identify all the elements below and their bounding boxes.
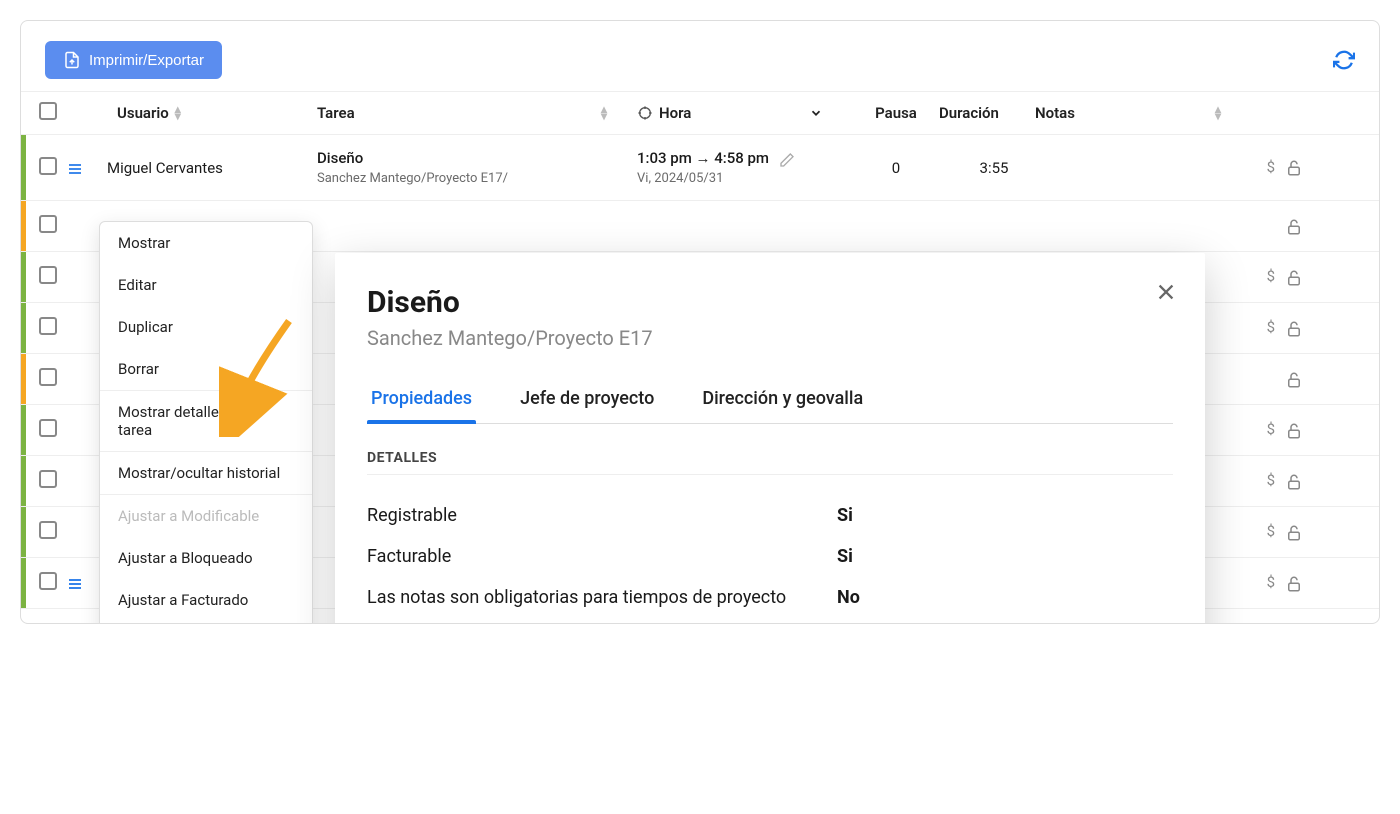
- context-menu-item[interactable]: Ajustar a Cerrado: [100, 621, 312, 624]
- property-row: Las notas son obligatorias para tiempos …: [367, 577, 1173, 618]
- cell-pausa: 0: [853, 159, 939, 177]
- table-row: Miguel CervantesDiseñoSanchez Mantego/Pr…: [21, 135, 1379, 201]
- lock-open-icon: [1285, 471, 1303, 490]
- row-menu-handle[interactable]: [67, 158, 107, 176]
- lock-open-icon: [1285, 216, 1303, 235]
- task-details-panel: Diseño Sanchez Mantego/Proyecto E17 Prop…: [335, 253, 1205, 624]
- print-export-label: Imprimir/Exportar: [89, 52, 204, 69]
- cell-tarea: DiseñoSanchez Mantego/Proyecto E17/: [317, 149, 637, 186]
- row-checkbox[interactable]: [39, 368, 57, 386]
- row-status-icons: $: [1221, 420, 1321, 439]
- property-row: RegistrableSi: [367, 495, 1173, 536]
- context-menu-item[interactable]: Mostrar detalles de la tarea: [100, 391, 312, 451]
- context-menu-item[interactable]: Duplicar: [100, 306, 312, 348]
- dollar-icon: $: [1267, 522, 1275, 541]
- context-menu: MostrarEditarDuplicarBorrarMostrar detal…: [99, 221, 313, 624]
- lock-open-icon: [1285, 573, 1303, 592]
- dollar-icon: $: [1267, 471, 1275, 490]
- export-icon: [63, 51, 81, 69]
- tab-direccion[interactable]: Dirección y geovalla: [698, 378, 867, 423]
- refresh-button[interactable]: [1333, 49, 1355, 71]
- row-checkbox[interactable]: [39, 317, 57, 335]
- cell-hora: 1:03 pm → 4:58 pm Vi, 2024/05/31: [637, 149, 853, 185]
- context-menu-item[interactable]: Editar: [100, 264, 312, 306]
- row-status-icons: $: [1221, 471, 1321, 490]
- property-value: Si: [837, 505, 853, 526]
- row-status-icons: [1221, 369, 1321, 388]
- select-all-checkbox[interactable]: [39, 102, 57, 120]
- toolbar: Imprimir/Exportar: [21, 21, 1379, 91]
- row-status-icons: $: [1221, 522, 1321, 541]
- dollar-icon: $: [1267, 318, 1275, 337]
- target-icon: [637, 105, 653, 121]
- property-label: Las notas son obligatorias para tiempos …: [367, 587, 837, 608]
- tab-propiedades[interactable]: Propiedades: [367, 378, 476, 423]
- lock-open-icon: [1285, 522, 1303, 541]
- close-icon: [1155, 281, 1177, 303]
- cell-duracion: 3:55: [939, 159, 1035, 177]
- lock-open-icon: [1285, 420, 1303, 439]
- row-checkbox[interactable]: [39, 419, 57, 437]
- context-menu-item[interactable]: Mostrar: [100, 222, 312, 264]
- panel-title: Diseño: [367, 285, 1173, 320]
- row-checkbox[interactable]: [39, 521, 57, 539]
- row-status-icons: $: [1221, 158, 1321, 177]
- row-checkbox[interactable]: [39, 157, 57, 175]
- lock-open-icon: [1285, 369, 1303, 388]
- col-tarea[interactable]: Tarea▴▾: [317, 104, 637, 122]
- dollar-icon: $: [1267, 420, 1275, 439]
- col-duracion[interactable]: Duración: [939, 104, 1035, 122]
- cell-usuario: Miguel Cervantes: [107, 159, 317, 177]
- context-menu-item[interactable]: Ajustar a Bloqueado: [100, 537, 312, 579]
- row-checkbox[interactable]: [39, 572, 57, 590]
- col-pausa[interactable]: Pausa: [853, 104, 939, 122]
- context-menu-item: Ajustar a Modificable: [100, 495, 312, 537]
- refresh-icon: [1333, 49, 1355, 71]
- row-checkbox[interactable]: [39, 470, 57, 488]
- tab-jefe[interactable]: Jefe de proyecto: [516, 378, 658, 423]
- lock-open-icon: [1285, 267, 1303, 286]
- col-notas[interactable]: Notas▴▾: [1035, 104, 1221, 122]
- dollar-icon: $: [1267, 158, 1275, 177]
- property-label: Registrable: [367, 505, 837, 526]
- row-status-icons: [1221, 216, 1321, 235]
- row-checkbox[interactable]: [39, 215, 57, 233]
- table-header: Usuario▴▾ Tarea▴▾ Hora Pausa Duración No…: [21, 91, 1379, 135]
- panel-subtitle: Sanchez Mantego/Proyecto E17: [367, 326, 1173, 350]
- app-frame: Imprimir/Exportar Usuario▴▾ Tarea▴▾ Hora…: [20, 20, 1380, 624]
- panel-close-button[interactable]: [1155, 281, 1177, 303]
- lock-open-icon: [1285, 158, 1303, 177]
- row-checkbox[interactable]: [39, 266, 57, 284]
- context-menu-item[interactable]: Borrar: [100, 348, 312, 390]
- property-label: Facturable: [367, 546, 837, 567]
- row-status-icons: $: [1221, 318, 1321, 337]
- col-usuario[interactable]: Usuario▴▾: [107, 104, 317, 122]
- context-menu-item[interactable]: Mostrar/ocultar historial: [100, 452, 312, 494]
- dollar-icon: $: [1267, 573, 1275, 592]
- row-status-icons: $: [1221, 267, 1321, 286]
- section-label: DETALLES: [367, 450, 1173, 466]
- property-row: FacturableSi: [367, 536, 1173, 577]
- property-value: Si: [837, 546, 853, 567]
- dollar-icon: $: [1267, 267, 1275, 286]
- chevron-down-icon: [809, 106, 823, 120]
- context-menu-item[interactable]: Ajustar a Facturado: [100, 579, 312, 621]
- print-export-button[interactable]: Imprimir/Exportar: [45, 41, 222, 79]
- edit-time-button[interactable]: [779, 149, 795, 167]
- pencil-icon: [779, 152, 795, 168]
- divider: [367, 474, 1173, 475]
- panel-tabs: Propiedades Jefe de proyecto Dirección y…: [367, 378, 1173, 424]
- menu-icon: [67, 161, 83, 177]
- property-value: No: [837, 587, 860, 608]
- row-status-icons: $: [1221, 573, 1321, 592]
- col-hora[interactable]: Hora: [637, 104, 853, 122]
- lock-open-icon: [1285, 318, 1303, 337]
- menu-icon: [67, 576, 83, 592]
